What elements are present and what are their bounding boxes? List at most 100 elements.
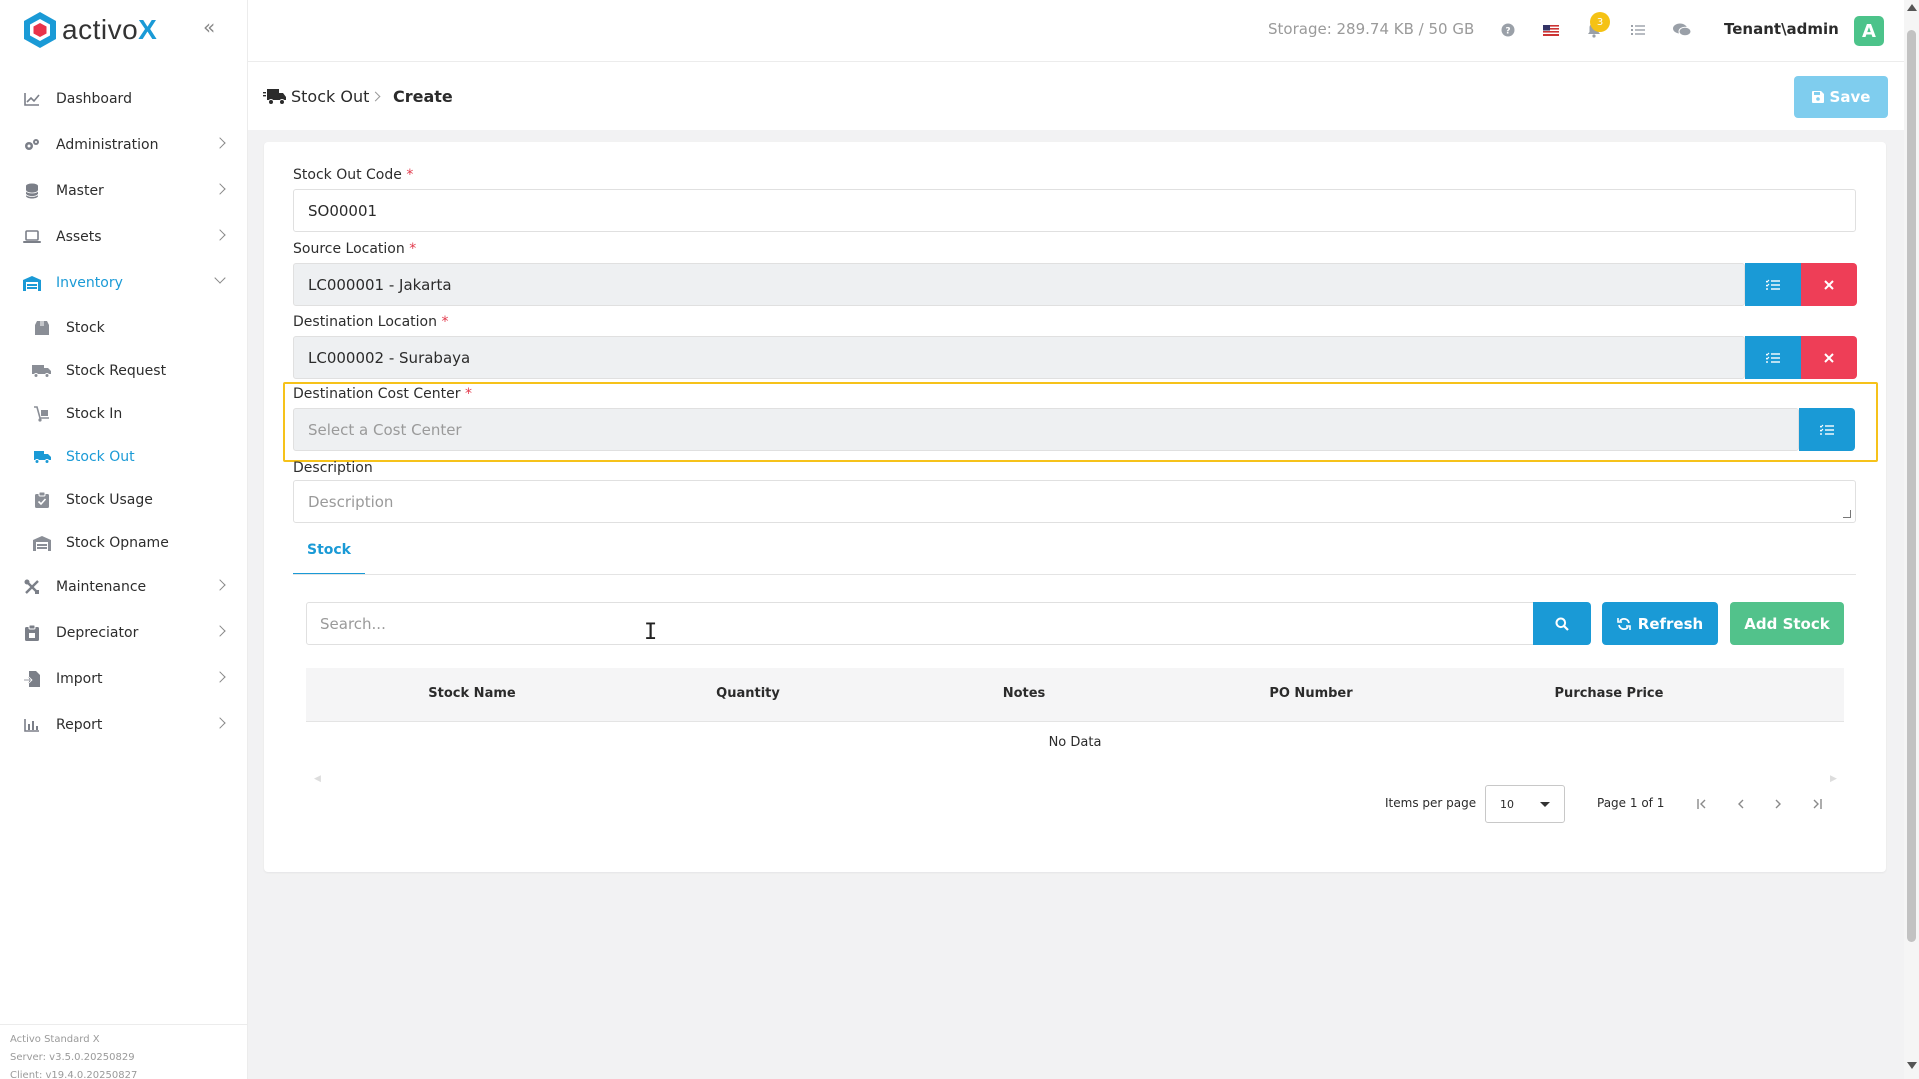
chat-icon[interactable] [1672,20,1692,40]
chevron-right-icon [214,579,226,591]
next-page-icon[interactable] [1763,789,1793,819]
stock-search-input[interactable]: Search... [306,602,1534,645]
refresh-icon [1616,617,1631,630]
sidebar-item-import[interactable]: Import [0,656,248,702]
truck-fast-icon [32,448,52,466]
cost-center-lookup-button[interactable] [1799,408,1855,451]
empty-state-text: No Data [1048,735,1102,750]
sidebar-item-label: Dashboard [56,91,132,107]
column-header-stock-name[interactable]: Stock Name [412,686,532,701]
chevron-right-icon [214,671,226,683]
sidebar-item-label: Inventory [56,275,123,291]
sidebar-subitem-stock-in[interactable]: Stock In [0,392,248,435]
us-flag-icon[interactable] [1541,20,1561,40]
source-location-field[interactable]: LC000001 - Jakarta [293,263,1745,306]
sidebar-item-label: Depreciator [56,625,139,641]
warehouse-icon [32,534,52,552]
chevron-right-icon [214,625,226,637]
sidebar-subitem-label: Stock Opname [66,534,169,551]
resize-handle[interactable] [1843,510,1851,518]
sidebar-subitem-stock-opname[interactable]: Stock Opname [0,521,248,564]
chart-line-icon [22,89,42,109]
logo[interactable]: activoX [22,10,157,50]
items-per-page-select[interactable]: 10 [1485,785,1565,823]
column-header-purchase-price[interactable]: Purchase Price [1534,686,1684,701]
sidebar-subitem-stock-out[interactable]: Stock Out [0,435,248,478]
file-import-icon [22,669,42,689]
sidebar-nav: Dashboard Administration Master Assets I… [0,76,248,748]
close-icon [1824,352,1834,363]
sidebar-item-depreciator[interactable]: Depreciator [0,610,248,656]
dolly-icon [32,405,52,423]
column-header-quantity[interactable]: Quantity [688,686,808,701]
sidebar-subitem-stock-request[interactable]: Stock Request [0,349,248,392]
save-button[interactable]: Save [1794,76,1888,118]
destination-location-clear-button[interactable] [1801,336,1857,379]
box-icon [32,319,52,337]
chevron-right-icon [370,91,381,102]
sidebar-subitem-label: Stock Request [66,362,167,379]
source-location-clear-button[interactable] [1801,263,1857,306]
vertical-scrollbar[interactable] [1904,0,1919,1079]
chevron-down-icon [214,272,226,284]
description-textarea[interactable]: Description [293,480,1856,523]
sidebar-subitem-stock-usage[interactable]: Stock Usage [0,478,248,521]
collapse-sidebar-icon[interactable]: « [203,17,223,37]
sidebar-item-label: Import [56,671,103,687]
stock-out-code-field[interactable]: SO00001 [293,189,1856,232]
version-info: Activo Standard X Server: v3.5.0.2025082… [0,1024,248,1079]
sidebar-item-label: Maintenance [56,579,147,595]
scrollbar-thumb[interactable] [1907,30,1916,942]
destination-location-field[interactable]: LC000002 - Surabaya [293,336,1745,379]
list-check-icon [1766,279,1780,290]
scroll-left-icon[interactable]: ◀ [314,774,321,784]
destination-cost-center-field[interactable]: Select a Cost Center [293,408,1799,451]
storage-usage: Storage: 289.74 KB / 50 GB [1268,20,1475,38]
sidebar-item-assets[interactable]: Assets [0,214,248,260]
sidebar: activoX « Dashboard Administration Maste… [0,0,248,1079]
help-icon[interactable]: ? [1498,20,1518,40]
scroll-down-icon[interactable] [1907,1062,1917,1069]
truck-fast-icon [263,87,287,107]
sidebar-item-label: Assets [56,229,102,245]
breadcrumb-current: Create [393,87,453,106]
stock-out-code-label: Stock Out Code * [293,167,414,183]
sidebar-item-dashboard[interactable]: Dashboard [0,76,248,122]
source-location-label: Source Location * [293,241,417,257]
task-list-icon[interactable] [1628,20,1648,40]
logo-hex-icon [24,12,56,48]
source-location-lookup-button[interactable] [1745,263,1801,306]
breadcrumb-stock-out[interactable]: Stock Out [291,87,369,106]
search-button[interactable] [1533,602,1591,645]
destination-location-lookup-button[interactable] [1745,336,1801,379]
avatar[interactable]: A [1854,16,1884,46]
column-header-notes[interactable]: Notes [964,686,1084,701]
user-name[interactable]: Tenant\admin [1724,20,1839,38]
refresh-label: Refresh [1637,614,1704,633]
product-name: Activo Standard X [10,1034,100,1045]
page-indicator: Page 1 of 1 [1597,796,1665,810]
sidebar-item-maintenance[interactable]: Maintenance [0,564,248,610]
last-page-icon[interactable] [1801,789,1831,819]
logo-text: activoX [62,14,158,45]
previous-page-icon[interactable] [1726,789,1756,819]
column-header-po-number[interactable]: PO Number [1251,686,1371,701]
sidebar-item-administration[interactable]: Administration [0,122,248,168]
first-page-icon[interactable] [1688,789,1718,819]
chart-bar-icon [22,715,42,735]
refresh-button[interactable]: Refresh [1602,602,1718,645]
scroll-right-icon[interactable]: ▶ [1830,774,1837,784]
sidebar-item-master[interactable]: Master [0,168,248,214]
tab-stock[interactable]: Stock [293,542,365,575]
sidebar-item-inventory[interactable]: Inventory [0,260,248,306]
add-stock-button[interactable]: Add Stock [1730,602,1844,645]
sidebar-subitem-label: Stock Out [66,448,135,465]
server-version: Server: v3.5.0.20250829 [10,1052,135,1063]
scroll-up-icon[interactable] [1907,4,1917,11]
items-per-page-label: Items per page [1385,796,1477,810]
sidebar-item-report[interactable]: Report [0,702,248,748]
chevron-right-icon [214,717,226,729]
sidebar-item-label: Master [56,183,104,199]
sidebar-subitem-stock[interactable]: Stock [0,306,248,349]
tools-icon [22,577,42,597]
